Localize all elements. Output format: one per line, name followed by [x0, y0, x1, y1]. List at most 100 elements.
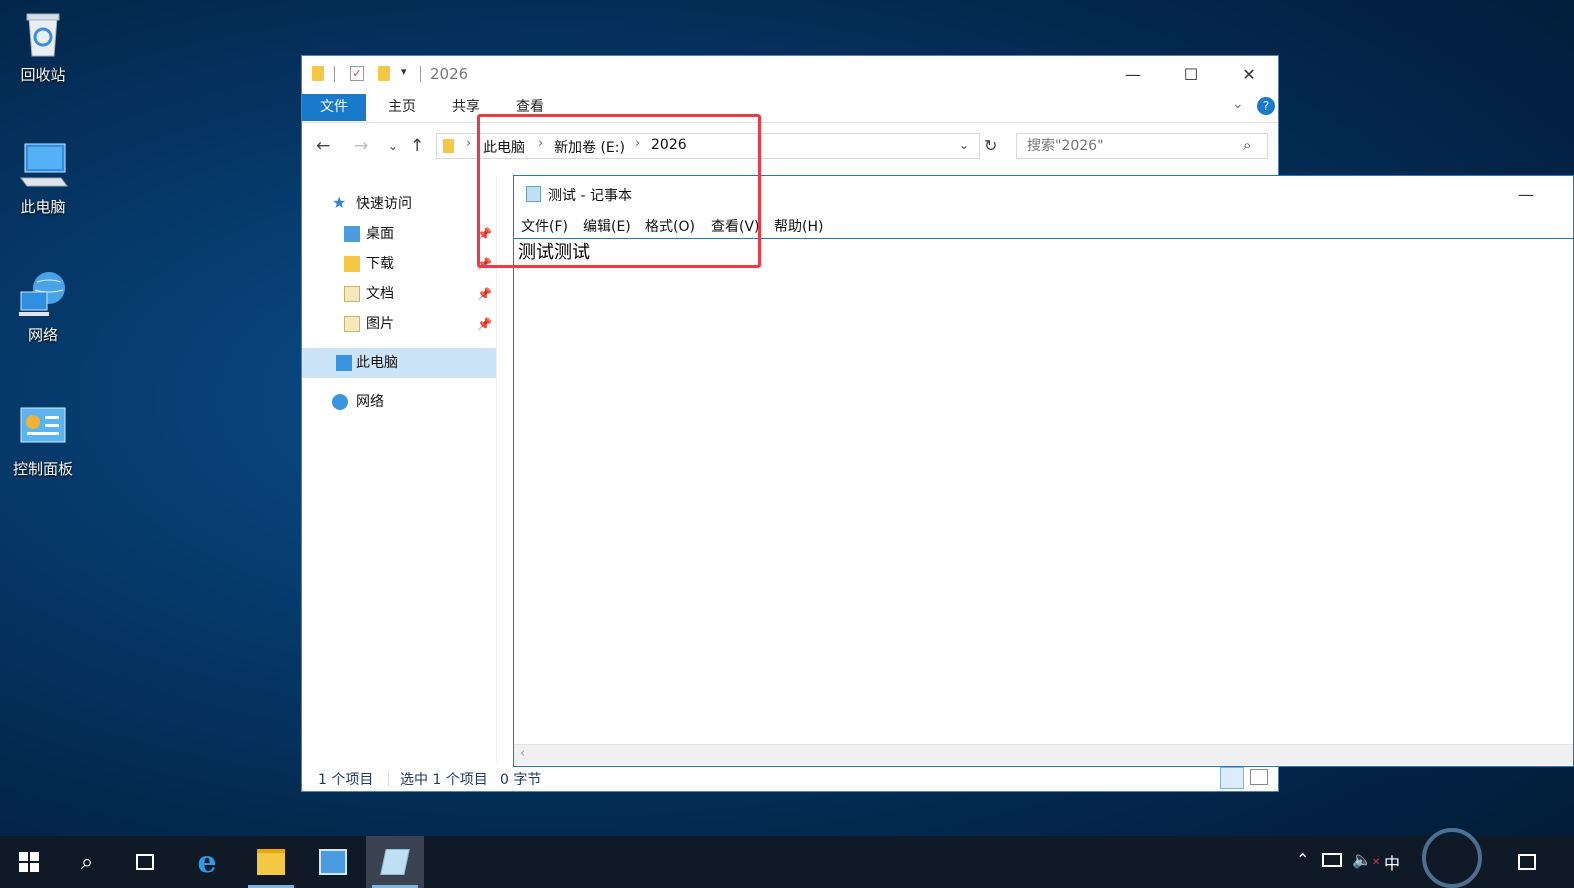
tab-home[interactable]: 主页 — [370, 94, 434, 121]
pin-icon[interactable]: 📌 — [477, 250, 492, 278]
volume-muted-icon[interactable]: 🔈✕ — [1352, 850, 1380, 869]
nav-label: 快速访问 — [356, 196, 412, 212]
taskbar-server-manager-button[interactable] — [304, 836, 362, 888]
desktop-icon-label: 此电脑 — [20, 198, 66, 216]
help-icon[interactable]: ? — [1257, 97, 1275, 115]
chevron-down-icon[interactable]: ▾ — [401, 65, 407, 78]
network-status-icon[interactable] — [1322, 853, 1342, 867]
downloads-folder-icon — [344, 256, 360, 272]
notepad-icon — [380, 849, 410, 875]
nav-label: 文档 — [366, 286, 394, 302]
nav-pane-divider[interactable] — [496, 176, 497, 764]
desktop-icon-network[interactable]: 网络 — [1, 268, 85, 345]
taskbar-ie-button[interactable]: e — [178, 836, 236, 888]
search-input[interactable] — [1025, 137, 1229, 155]
notepad-title: 测试 - 记事本 — [548, 188, 632, 204]
scroll-left-icon[interactable]: ‹ — [520, 746, 525, 761]
refresh-icon[interactable]: ↻ — [984, 136, 997, 155]
taskbar-explorer-button[interactable] — [242, 836, 300, 888]
pin-icon[interactable]: 📌 — [477, 280, 492, 308]
address-row: ← → ⌄ ↑ › 此电脑 › 新加卷 (E:) › 2026 ⌄ ↻ ⌕ — [302, 126, 1278, 166]
desktop-icon-label: 回收站 — [20, 66, 66, 84]
ime-indicator[interactable]: 中 — [1384, 850, 1400, 874]
menu-format[interactable]: 格式(O) — [645, 216, 695, 236]
nav-label: 下载 — [366, 256, 394, 272]
taskbar-notepad-button[interactable] — [366, 836, 424, 888]
folder-icon — [443, 139, 454, 153]
task-view-icon — [136, 854, 154, 870]
search-icon[interactable]: ⌕ — [1243, 136, 1251, 154]
tab-share[interactable]: 共享 — [434, 94, 498, 121]
status-item-count: 1 个项目 — [318, 772, 374, 788]
back-arrow-icon[interactable]: ← — [316, 136, 330, 156]
breadcrumb-this-pc[interactable]: 此电脑 — [483, 137, 525, 157]
taskbar-search-button[interactable]: ⌕ — [58, 836, 116, 888]
nav-item-documents[interactable]: 文档 📌 — [302, 280, 496, 308]
maximize-button[interactable]: ☐ — [1162, 56, 1220, 92]
search-box[interactable]: ⌕ — [1016, 133, 1268, 159]
nav-network[interactable]: 网络 — [302, 388, 496, 416]
notepad-title-bar[interactable]: 测试 - 记事本 — — [514, 176, 1573, 212]
pin-icon[interactable]: 📌 — [477, 310, 492, 338]
clock[interactable] — [1414, 828, 1496, 888]
recent-locations-chevron-icon[interactable]: ⌄ — [388, 139, 398, 153]
properties-icon[interactable]: ✓ — [350, 66, 364, 81]
breadcrumb-separator-icon[interactable]: › — [466, 136, 471, 151]
horizontal-scrollbar[interactable]: ‹ — [514, 744, 1573, 765]
nav-item-desktop[interactable]: 桌面 📌 — [302, 220, 496, 248]
menu-file[interactable]: 文件(F) — [521, 216, 568, 236]
notepad-text-area[interactable]: 测试测试 — [518, 238, 590, 264]
tab-file[interactable]: 文件 — [302, 94, 366, 121]
address-bar[interactable]: › 此电脑 › 新加卷 (E:) › 2026 ⌄ — [436, 133, 980, 159]
notepad-minimize-button[interactable]: — — [1498, 176, 1554, 212]
start-button[interactable] — [0, 836, 58, 888]
desktop-icon-recycle-bin[interactable]: 回收站 — [1, 8, 85, 85]
status-size: 0 字节 — [500, 772, 542, 788]
forward-arrow-icon[interactable]: → — [354, 136, 368, 156]
nav-quick-access[interactable]: ★ 快速访问 — [302, 190, 496, 218]
menu-view[interactable]: 查看(V) — [711, 216, 760, 236]
nav-item-downloads[interactable]: 下载 📌 — [302, 250, 496, 278]
window-title: 2026 — [430, 65, 469, 83]
show-hidden-icons-chevron-icon[interactable]: ⌃ — [1296, 850, 1309, 869]
nav-this-pc[interactable]: 此电脑 — [302, 348, 496, 378]
nav-item-pictures[interactable]: 图片 📌 — [302, 310, 496, 338]
control-panel-icon — [17, 402, 69, 454]
muted-x-icon: ✕ — [1371, 857, 1381, 868]
desktop-icon-label: 网络 — [27, 326, 58, 344]
taskbar: ⌕ e ⌃ 🔈✕ 中 — [0, 828, 1574, 888]
details-view-icon[interactable] — [1220, 767, 1244, 789]
navigation-pane: ★ 快速访问 桌面 📌 下载 📌 文档 📌 图片 📌 此电脑 网络 — [302, 178, 496, 768]
recording-overlay-icon — [1422, 828, 1482, 888]
network-icon — [17, 268, 69, 320]
pictures-folder-icon — [344, 316, 360, 332]
breadcrumb-separator-icon[interactable]: › — [538, 136, 543, 151]
minimize-button[interactable]: — — [1104, 56, 1162, 92]
menu-edit[interactable]: 编辑(E) — [583, 216, 631, 236]
large-icons-view-icon[interactable] — [1250, 769, 1268, 785]
breadcrumb-current-folder[interactable]: 2026 — [651, 137, 687, 153]
notepad-window[interactable]: 测试 - 记事本 — 文件(F) 编辑(E) 格式(O) 查看(V) 帮助(H)… — [513, 175, 1574, 767]
breadcrumb-separator-icon[interactable]: › — [635, 136, 640, 151]
desktop-icon-label: 控制面板 — [12, 460, 73, 478]
nav-label: 桌面 — [366, 226, 394, 242]
task-view-button[interactable] — [116, 836, 174, 888]
search-icon: ⌕ — [80, 849, 94, 875]
action-center-button[interactable] — [1498, 836, 1556, 888]
desktop-icon-control-panel[interactable]: 控制面板 — [1, 402, 85, 479]
up-arrow-icon[interactable]: ↑ — [410, 136, 424, 156]
new-folder-icon[interactable] — [378, 66, 390, 81]
network-icon — [332, 394, 348, 410]
folder-icon — [312, 66, 324, 81]
tab-view[interactable]: 查看 — [498, 94, 562, 121]
explorer-title-bar[interactable]: ✓ ▾ 2026 — ☐ ✕ — [302, 56, 1278, 92]
expand-ribbon-chevron-icon[interactable]: ⌄ — [1232, 96, 1244, 112]
breadcrumb-drive-e[interactable]: 新加卷 (E:) — [554, 137, 625, 157]
close-button[interactable]: ✕ — [1220, 56, 1278, 92]
desktop-icon-this-pc[interactable]: 此电脑 — [1, 140, 85, 217]
divider — [420, 66, 421, 82]
desktop-folder-icon — [344, 226, 360, 242]
menu-help[interactable]: 帮助(H) — [774, 216, 823, 236]
address-dropdown-chevron-icon[interactable]: ⌄ — [959, 138, 969, 152]
pin-icon[interactable]: 📌 — [477, 220, 492, 248]
